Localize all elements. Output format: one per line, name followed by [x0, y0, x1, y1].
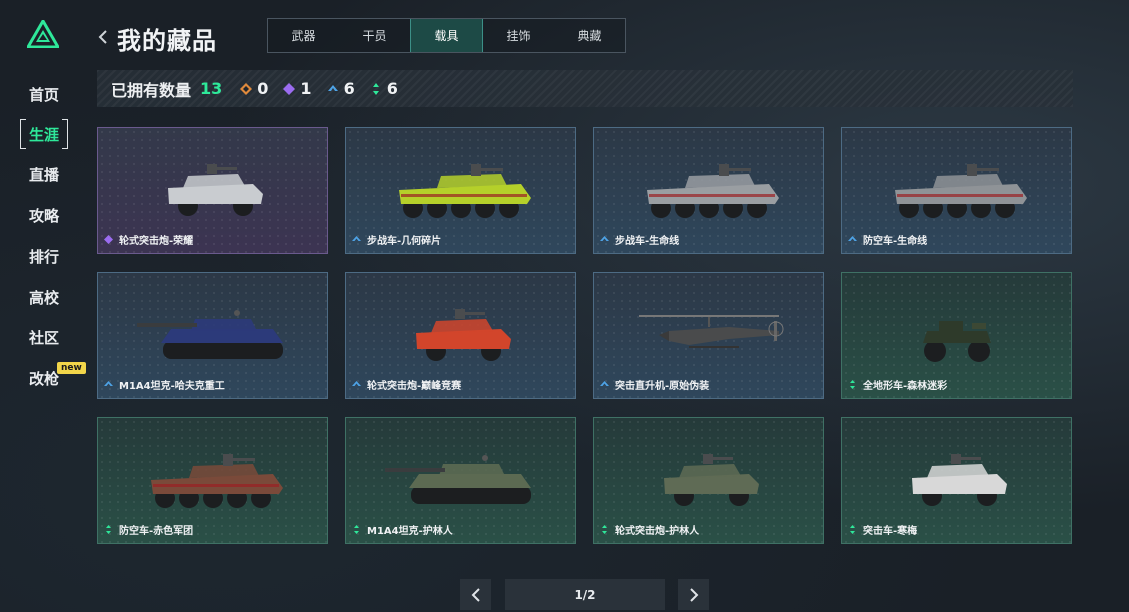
item-name: 轮式突击炮-荣耀	[119, 236, 194, 247]
item-name: 步战车-生命线	[615, 236, 680, 247]
vehicle-image	[923, 321, 991, 362]
chevron-left-icon[interactable]	[97, 29, 109, 45]
item-name: 突击直升机-原始伪装	[615, 381, 710, 392]
rarity-green-icon	[106, 525, 111, 534]
card-label: 步战车-生命线	[600, 232, 679, 247]
tab-weapons[interactable]: 武器	[268, 19, 339, 52]
prev-page-button[interactable]	[460, 579, 491, 610]
rarity-count: 1	[300, 79, 312, 98]
card-label: M1A4坦克-护林人	[352, 522, 453, 537]
collection-card[interactable]: 步战车-几何碎片	[345, 127, 576, 254]
nav-item-ranking[interactable]: 排行	[20, 242, 68, 270]
card-label: 防空车-赤色军团	[104, 522, 193, 537]
collection-card[interactable]: 全地形车-森林迷彩	[841, 272, 1072, 399]
item-name: 轮式突击炮-护林人	[615, 526, 700, 537]
chevron-right-icon	[689, 587, 698, 602]
card-label: 步战车-几何碎片	[352, 232, 441, 247]
vehicle-image	[137, 310, 283, 359]
vehicle-image	[895, 164, 1027, 218]
collection-card[interactable]: 防空车-生命线	[841, 127, 1072, 254]
item-name: 防空车-生命线	[863, 236, 928, 247]
nav-item-live[interactable]: 直播	[20, 160, 68, 188]
new-badge: new	[57, 362, 86, 374]
rarity-blue-icon	[600, 236, 609, 241]
rarity-count: 6	[343, 79, 355, 98]
vehicle-image	[151, 454, 283, 508]
collection-card[interactable]: M1A4坦克-护林人	[345, 417, 576, 544]
rarity-green-icon	[850, 525, 855, 534]
collection-card[interactable]: 突击车-寒梅	[841, 417, 1072, 544]
category-tabs: 武器 干员 载具 挂饰 典藏	[267, 18, 626, 53]
card-label: 突击车-寒梅	[848, 522, 917, 537]
item-name: M1A4坦克-护林人	[367, 526, 453, 537]
item-name: 突击车-寒梅	[863, 526, 918, 537]
collection-card[interactable]: 轮式突击炮-荣耀	[97, 127, 328, 254]
card-label: 防空车-生命线	[848, 232, 927, 247]
logo-icon	[27, 20, 59, 48]
vehicle-image	[385, 455, 531, 504]
vehicle-image	[664, 454, 759, 506]
rarity-green-icon	[602, 525, 607, 534]
green-arrows-icon	[372, 82, 379, 95]
rarity-orange-count: 0	[240, 79, 268, 98]
collection-card[interactable]: M1A4坦克-哈夫克重工	[97, 272, 328, 399]
rarity-green-icon	[850, 380, 855, 389]
owned-count-label: 已拥有数量	[111, 80, 192, 100]
nav-item-career[interactable]: 生涯	[20, 119, 68, 149]
item-name: 防空车-赤色军团	[119, 526, 194, 537]
card-label: 轮式突击炮-荣耀	[104, 232, 193, 247]
collection-grid: 轮式突击炮-荣耀 步战车-几何碎片 步战车-生命线 防空车-生命线 M1A4坦克…	[97, 127, 1073, 544]
owned-stats-bar: 已拥有数量 13 0 1 6 6	[97, 70, 1073, 107]
card-label: 轮式突击炮-护林人	[600, 522, 699, 537]
page-title: 我的藏品	[117, 27, 217, 55]
card-label: 突击直升机-原始伪装	[600, 377, 709, 392]
chevron-left-icon	[471, 587, 480, 602]
card-label: M1A4坦克-哈夫克重工	[104, 377, 225, 392]
rarity-count: 0	[257, 79, 269, 98]
nav-item-guides[interactable]: 攻略	[20, 201, 68, 229]
tab-operators[interactable]: 干员	[339, 19, 410, 52]
rarity-blue-count: 6	[327, 79, 355, 98]
nav-item-college[interactable]: 高校	[20, 283, 68, 311]
item-name: 步战车-几何碎片	[367, 236, 442, 247]
tab-collection[interactable]: 典藏	[554, 19, 625, 52]
collection-card[interactable]: 防空车-赤色军团	[97, 417, 328, 544]
item-name: M1A4坦克-哈夫克重工	[119, 381, 225, 392]
rarity-blue-icon	[600, 381, 609, 386]
nav-item-home[interactable]: 首页	[20, 80, 68, 108]
rarity-green-count: 6	[370, 79, 398, 98]
collection-card[interactable]: 轮式突击炮-护林人	[593, 417, 824, 544]
vehicle-image	[639, 315, 784, 348]
collection-card[interactable]: 步战车-生命线	[593, 127, 824, 254]
collection-card[interactable]: 突击直升机-原始伪装	[593, 272, 824, 399]
rarity-count: 6	[386, 79, 398, 98]
rarity-blue-icon	[104, 381, 113, 386]
collection-card[interactable]: 轮式突击炮-巅峰竞赛	[345, 272, 576, 399]
tab-vehicles[interactable]: 载具	[410, 19, 483, 52]
tab-charms[interactable]: 挂饰	[483, 19, 554, 52]
rarity-green-icon	[354, 525, 359, 534]
item-name: 全地形车-森林迷彩	[863, 381, 948, 392]
purple-diamond-icon	[283, 82, 296, 95]
vehicle-image	[168, 164, 263, 216]
next-page-button[interactable]	[678, 579, 709, 610]
vehicle-image	[647, 164, 779, 218]
item-name: 轮式突击炮-巅峰竞赛	[367, 381, 462, 392]
rarity-purple-count: 1	[283, 79, 312, 98]
vehicle-image	[399, 164, 531, 218]
nav-item-community[interactable]: 社区	[20, 323, 68, 351]
vehicle-image	[416, 309, 511, 361]
orange-diamond-icon	[240, 82, 253, 95]
rarity-blue-icon	[352, 236, 361, 241]
owned-total: 13	[200, 79, 223, 98]
vehicle-image	[912, 454, 1007, 506]
rarity-blue-icon	[352, 381, 361, 386]
page-indicator: 1/2	[505, 579, 665, 610]
rarity-purple-icon	[104, 235, 113, 244]
blue-chevron-icon	[327, 84, 338, 91]
card-label: 轮式突击炮-巅峰竞赛	[352, 377, 461, 392]
rarity-blue-icon	[848, 236, 857, 241]
card-label: 全地形车-森林迷彩	[848, 377, 947, 392]
